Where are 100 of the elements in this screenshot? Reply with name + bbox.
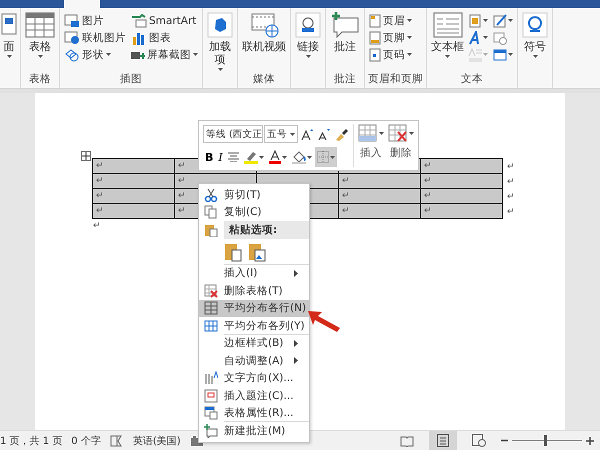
page-count[interactable]: 1 页，共 1 页 [0, 434, 62, 448]
ribbon-button[interactable]: 符号 [521, 12, 549, 58]
table-cell: ↵ [420, 203, 503, 219]
font-color-icon [268, 150, 281, 164]
table-insert-icon [358, 124, 378, 142]
row-end-mark: ↵ [507, 192, 515, 202]
zoom-out-button[interactable] [501, 437, 508, 444]
ribbon-button[interactable]: 批注 [329, 12, 361, 53]
caret-icon [445, 55, 450, 58]
ribbon-button[interactable]: 加载项 [206, 12, 234, 71]
table-cell: ↵ [92, 158, 175, 174]
ribbon-button[interactable]: SmartArt [130, 12, 199, 29]
menu-item[interactable]: 平均分布各列(Y) [199, 317, 309, 334]
picture-icon [64, 14, 80, 28]
table-cell: ↵ [338, 173, 421, 189]
smartart-icon [131, 14, 147, 28]
table-cell: ↵ [92, 173, 175, 189]
paste-picture-icon [248, 242, 266, 262]
menu-item[interactable]: 插入(I) [199, 264, 309, 282]
table-delete-icon [388, 124, 408, 142]
caret-icon [218, 68, 222, 71]
shapes-icon [64, 48, 80, 62]
ribbon-button[interactable]: 页码 [368, 46, 413, 63]
plus-icon [586, 436, 594, 444]
table-cell: ↵ [92, 188, 175, 204]
ribbon-button[interactable]: 页眉 [368, 12, 413, 29]
menu-item[interactable]: 新建批注(M) [199, 422, 309, 440]
delete-table-icon [204, 284, 218, 298]
copy-icon [204, 205, 218, 220]
signature-line-icon [493, 14, 507, 28]
submenu-arrow-icon [294, 340, 298, 347]
caret-icon [193, 53, 198, 56]
ribbon-button[interactable]: 面 [0, 12, 18, 58]
table-tool-button[interactable]: 插入 [358, 124, 384, 167]
menu-item[interactable]: 平均分布各行(N) [199, 300, 309, 317]
ribbon-button[interactable]: 联机图片 [63, 29, 127, 46]
table-icon [25, 12, 55, 38]
group-label: 批注 [334, 73, 356, 85]
menu-item[interactable]: 插入题注(C)... [199, 387, 309, 404]
distribute-columns-icon [204, 318, 218, 333]
page-layout-icon [437, 434, 449, 447]
paste-keep-icon [224, 242, 242, 262]
caret-icon [483, 36, 488, 39]
shrink-font-icon [318, 128, 330, 140]
header-page-icon [369, 14, 381, 28]
menu-item[interactable]: 自动调整(A) [199, 352, 309, 370]
table-cell: ↵ [420, 188, 503, 204]
zoom-thumb[interactable] [544, 435, 546, 446]
ribbon-button[interactable]: 形状 [63, 46, 127, 63]
caret-icon [407, 53, 412, 56]
language-label[interactable]: 英语(美国) [132, 434, 181, 448]
font-size-dropdown[interactable]: 五号 [264, 125, 298, 143]
highlighter-icon [244, 150, 258, 164]
menu-item[interactable]: 表格属性(R)... [199, 404, 309, 422]
new-comment-icon [204, 424, 218, 438]
picture-globe-icon [64, 30, 80, 44]
caret-icon [38, 55, 42, 58]
caret-icon [407, 19, 412, 22]
ribbon-button[interactable]: 链接 [294, 12, 322, 58]
ribbon-button[interactable]: 屏幕截图 [130, 46, 199, 63]
caret-icon [532, 55, 538, 58]
font-dropdown[interactable]: 等线 (西文正 [203, 125, 263, 143]
group-label: 媒体 [253, 73, 275, 85]
ribbon-button[interactable]: 页脚 [368, 29, 413, 46]
paste-option-button[interactable] [248, 242, 266, 262]
group-label: 页眉和页脚 [368, 73, 423, 85]
ribbon-button[interactable]: 文本框 [430, 12, 465, 58]
drop-cap-icon [468, 48, 482, 62]
paragraph-mark: ↵ [93, 221, 101, 231]
ribbon-button[interactable]: 表格 [24, 12, 56, 58]
caption-icon [204, 388, 218, 403]
table-tool-button[interactable]: 删除 [388, 124, 414, 167]
bar-chart-icon [131, 30, 147, 44]
view-button[interactable] [429, 431, 457, 450]
ribbon-icon-button[interactable] [467, 12, 489, 29]
zoom-in-button[interactable] [586, 436, 594, 444]
caret-icon [106, 53, 111, 56]
wordart-icon [468, 30, 482, 44]
menu-item[interactable]: 文字方向(X)... [199, 370, 309, 387]
caret-icon [407, 36, 412, 39]
caret-icon [483, 19, 488, 22]
table-cell: ↵ [338, 203, 421, 219]
ribbon-icon-button[interactable] [492, 12, 514, 29]
book-icon [400, 434, 414, 446]
scissors-icon [204, 188, 218, 202]
table-cell: ↵ [420, 158, 503, 174]
ribbon-button[interactable]: 图表 [130, 29, 199, 46]
group-label: 表格 [29, 73, 51, 85]
menu-item[interactable]: 边框样式(B) [199, 334, 309, 352]
omega-icon [522, 12, 548, 38]
menu-item[interactable]: 删除表格(T) [199, 282, 309, 300]
word-count[interactable]: 0 个字 [71, 434, 101, 448]
ribbon-button[interactable]: 联机视频 [241, 12, 287, 53]
paste-option-button[interactable] [224, 242, 242, 262]
borders-icon [316, 151, 329, 163]
object-window-icon [493, 48, 507, 62]
ribbon-icon-button[interactable] [467, 29, 489, 46]
caret-icon [306, 55, 310, 58]
table-cell: ↵ [420, 173, 503, 189]
ribbon-button[interactable]: 图片 [63, 12, 127, 29]
